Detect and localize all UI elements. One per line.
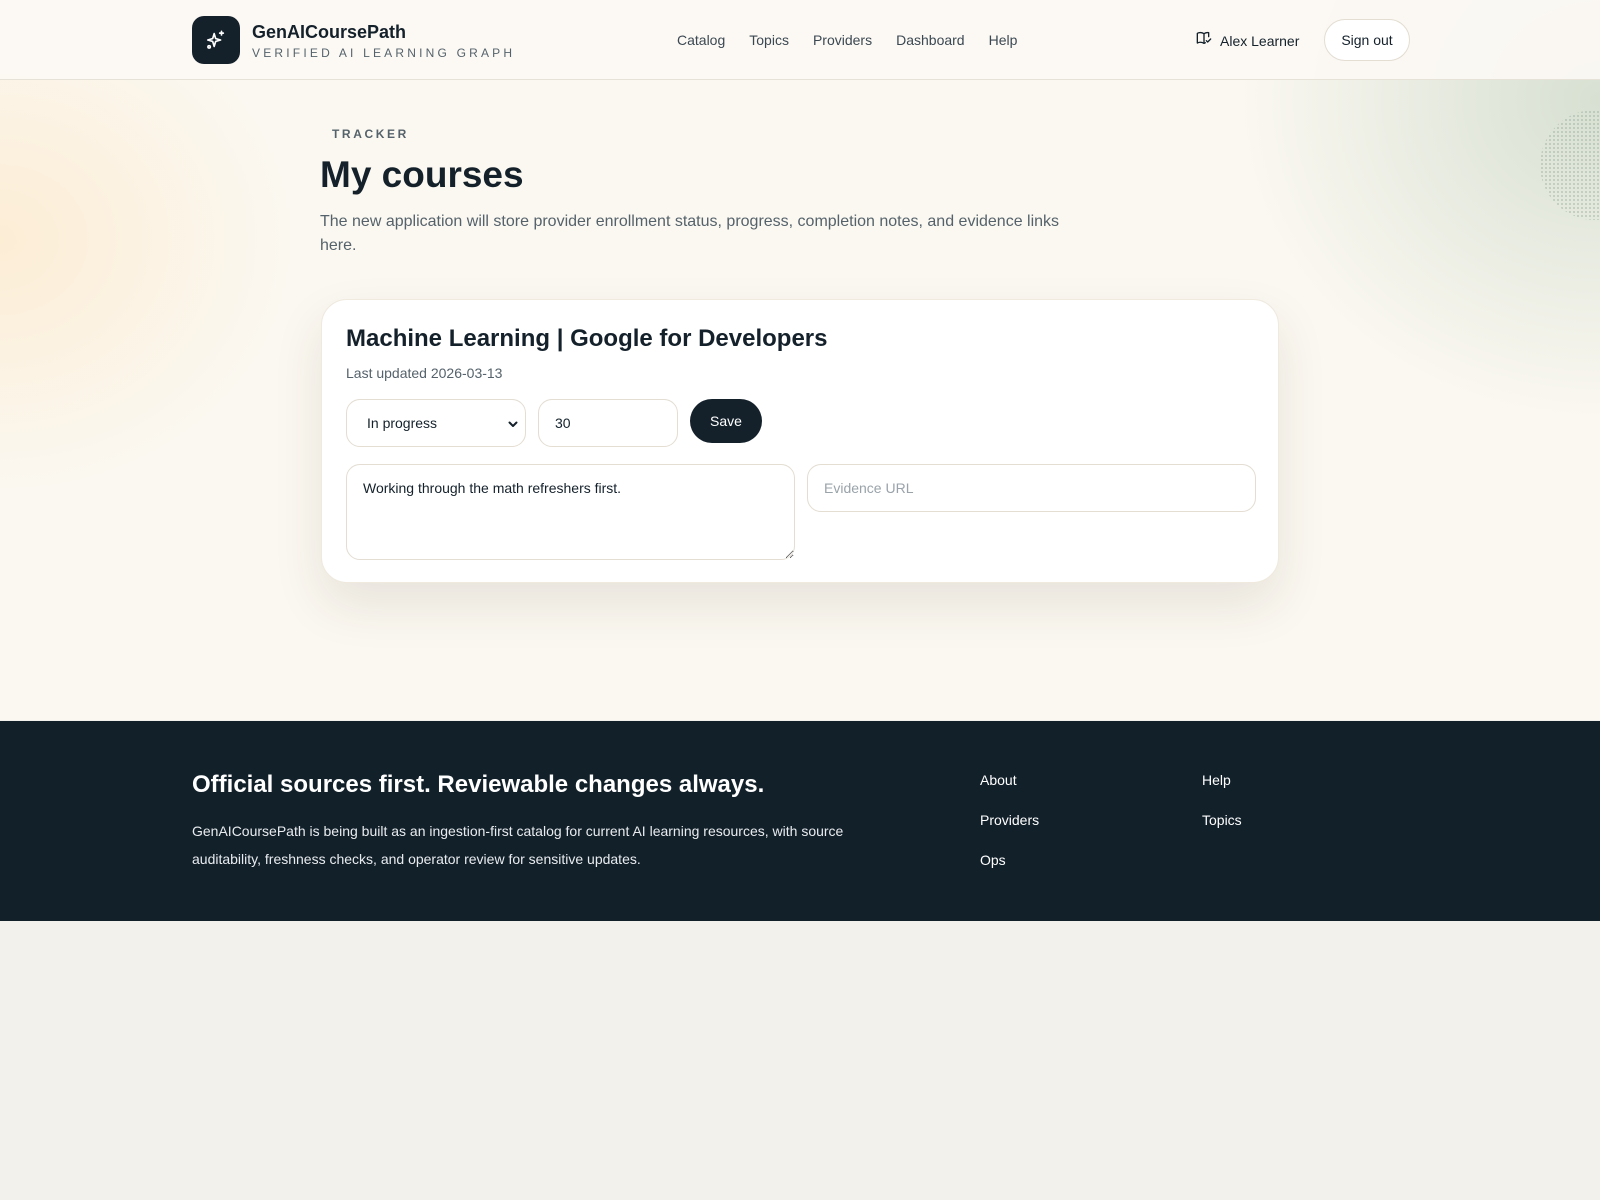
course-card: Machine Learning | Google for Developers… bbox=[321, 299, 1279, 583]
status-select-value: In progress bbox=[367, 415, 438, 431]
brand-tagline: VERIFIED AI LEARNING GRAPH bbox=[252, 45, 516, 60]
footer-link-topics[interactable]: Topics bbox=[1202, 810, 1242, 830]
brand[interactable]: GenAICoursePath VERIFIED AI LEARNING GRA… bbox=[192, 16, 515, 64]
progress-input[interactable] bbox=[538, 399, 678, 447]
top-navigation-bar: GenAICoursePath VERIFIED AI LEARNING GRA… bbox=[0, 0, 1600, 80]
main-nav: Catalog Topics Providers Dashboard Help bbox=[677, 30, 1017, 50]
page-title: My courses bbox=[320, 154, 524, 195]
footer-links-column-1: About Providers Ops bbox=[980, 770, 1039, 870]
nav-item-catalog[interactable]: Catalog bbox=[677, 30, 725, 50]
sparkles-icon bbox=[192, 16, 240, 64]
footer-link-help[interactable]: Help bbox=[1202, 770, 1242, 790]
chevron-down-icon bbox=[507, 417, 519, 433]
decorative-dot-pattern bbox=[1540, 110, 1600, 220]
save-button[interactable]: Save bbox=[690, 399, 762, 443]
user-name: Alex Learner bbox=[1220, 32, 1300, 49]
sign-out-button[interactable]: Sign out bbox=[1324, 19, 1410, 61]
nav-item-help[interactable]: Help bbox=[989, 30, 1018, 50]
footer-links-column-2: Help Topics bbox=[1202, 770, 1242, 830]
last-updated-text: Last updated 2026-03-13 bbox=[346, 365, 503, 381]
site-footer: Official sources first. Reviewable chang… bbox=[0, 721, 1600, 921]
nav-item-dashboard[interactable]: Dashboard bbox=[896, 30, 965, 50]
user-menu[interactable]: Alex Learner bbox=[1196, 30, 1299, 51]
book-check-icon bbox=[1196, 30, 1212, 51]
page-eyebrow: TRACKER bbox=[332, 127, 409, 141]
footer-link-about[interactable]: About bbox=[980, 770, 1039, 790]
footer-link-ops[interactable]: Ops bbox=[980, 850, 1039, 870]
status-select[interactable]: In progress bbox=[346, 399, 526, 447]
brand-name: GenAICoursePath bbox=[252, 21, 407, 42]
footer-description: GenAICoursePath is being built as an ing… bbox=[192, 823, 844, 867]
footer-link-providers[interactable]: Providers bbox=[980, 810, 1039, 830]
nav-item-topics[interactable]: Topics bbox=[749, 30, 789, 50]
completion-notes-textarea[interactable]: Working through the math refreshers firs… bbox=[346, 464, 795, 560]
course-title: Machine Learning | Google for Developers bbox=[346, 325, 828, 352]
nav-item-providers[interactable]: Providers bbox=[813, 30, 872, 50]
page-description: The new application will store provider … bbox=[320, 213, 1060, 254]
evidence-url-input[interactable] bbox=[807, 464, 1256, 512]
footer-title: Official sources first. Reviewable chang… bbox=[192, 771, 765, 798]
